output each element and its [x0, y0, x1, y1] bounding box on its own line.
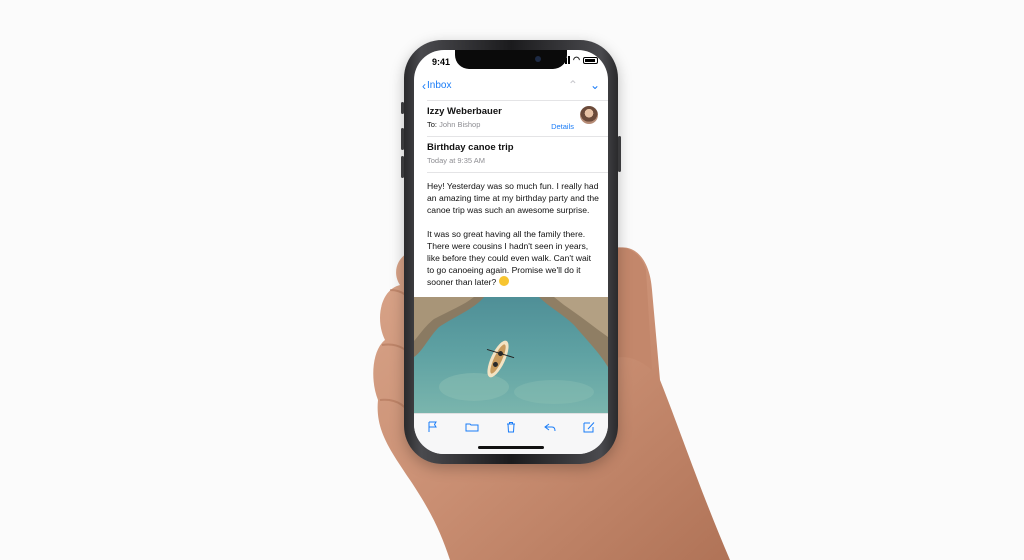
home-indicator[interactable]: [478, 446, 544, 449]
body-paragraph: It was so great having all the family th…: [427, 229, 592, 287]
subject-block: Birthday canoe trip Today at 9:35 AM: [427, 142, 600, 165]
message-body: Hey! Yesterday was so much fun. I really…: [427, 180, 600, 300]
folder-icon[interactable]: [465, 421, 479, 433]
chevron-left-icon: ‹: [422, 78, 426, 93]
details-link[interactable]: Details: [551, 122, 574, 131]
camera-icon: [535, 56, 541, 62]
volume-up-button: [401, 128, 404, 150]
mail-toolbar: [414, 413, 608, 454]
back-to-inbox-button[interactable]: ‹ Inbox: [422, 78, 452, 93]
status-time: 9:41: [432, 57, 451, 67]
next-message-icon[interactable]: ⌄: [590, 78, 600, 92]
to-label: To:: [427, 120, 438, 129]
compose-icon[interactable]: [582, 421, 596, 433]
flag-icon[interactable]: [426, 421, 440, 433]
sender-header: Izzy Weberbauer To: John Bishop Details: [427, 106, 600, 132]
previous-message-icon[interactable]: ⌃: [568, 78, 578, 92]
recipient-name[interactable]: John Bishop: [439, 120, 480, 129]
body-paragraph: Hey! Yesterday was so much fun. I really…: [427, 181, 599, 215]
nav-bar: ‹ Inbox ⌃ ⌄: [414, 74, 608, 98]
message-date: Today at 9:35 AM: [427, 156, 485, 165]
battery-icon: [583, 56, 598, 64]
divider: [427, 136, 608, 137]
side-button: [618, 136, 621, 172]
avatar[interactable]: [580, 106, 598, 124]
smiley-emoji-icon: [498, 276, 509, 286]
divider: [427, 100, 608, 101]
recipient-line: To: John Bishop: [427, 120, 600, 129]
phone-frame: 9:41 ◠ ‹ Inbox ⌃ ⌄ Izzy Weberbauer To: J…: [401, 40, 621, 464]
volume-down-button: [401, 156, 404, 178]
trash-icon[interactable]: [504, 421, 518, 433]
wifi-icon: ◠: [573, 55, 580, 64]
subject-title: Birthday canoe trip: [427, 142, 514, 153]
back-label: Inbox: [427, 80, 452, 91]
sender-name: Izzy Weberbauer: [427, 106, 502, 117]
canoe-photo[interactable]: [414, 297, 608, 413]
notch: [455, 50, 567, 69]
divider: [427, 172, 608, 173]
reply-icon[interactable]: [543, 421, 557, 433]
mail-screen: 9:41 ◠ ‹ Inbox ⌃ ⌄ Izzy Weberbauer To: J…: [414, 50, 608, 454]
silent-switch: [401, 102, 404, 114]
